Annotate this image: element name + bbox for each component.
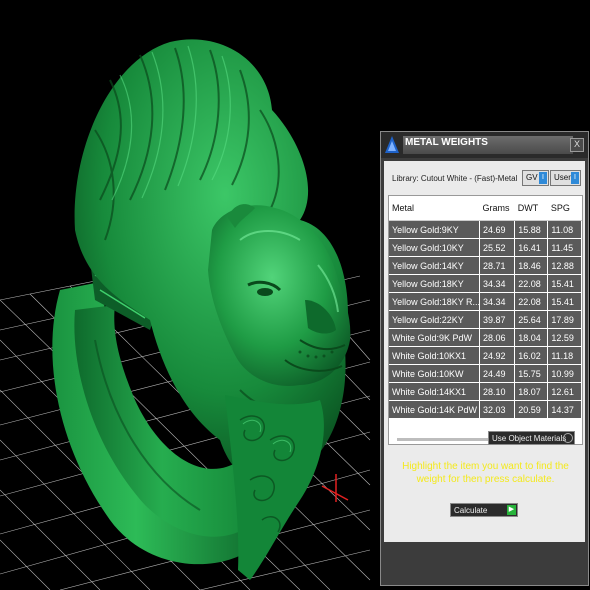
cell-dwt: 20.59 [514, 400, 549, 419]
cell-dwt: 22.08 [514, 292, 549, 311]
cell-metal: White Gold:14K PdW [389, 400, 480, 419]
cell-spg: 12.61 [547, 382, 582, 401]
cell-metal: White Gold:10KX1 [389, 346, 480, 365]
user-toggle[interactable]: User I [550, 170, 581, 186]
use-object-materials-label: Use Object Materials [492, 434, 567, 443]
cell-metal: White Gold:14KX1 [389, 382, 480, 401]
metal-weights-panel: METAL WEIGHTS X Library: Cutout White - … [380, 131, 589, 586]
cell-spg: 12.88 [547, 256, 582, 275]
cell-spg: 11.08 [547, 220, 582, 239]
cell-dwt: 16.02 [514, 346, 549, 365]
column-header-grams[interactable]: Grams [479, 196, 515, 221]
column-header-spg[interactable]: SPG [547, 196, 582, 221]
cell-grams: 24.49 [479, 364, 516, 383]
cell-dwt: 16.41 [514, 238, 549, 257]
gv-indicator-icon: I [539, 172, 547, 184]
cell-metal: White Gold:9K PdW [389, 328, 480, 347]
table-row[interactable]: Yellow Gold:9KY 24.69 15.88 11.08 [389, 220, 582, 239]
cell-spg: 12.59 [547, 328, 582, 347]
cell-metal: Yellow Gold:18KY R... [389, 292, 480, 311]
table-row[interactable]: Yellow Gold:18KY 34.34 22.08 15.41 [389, 274, 582, 293]
use-object-materials-option[interactable]: Use Object Materials [488, 431, 575, 445]
close-icon[interactable]: X [570, 138, 584, 152]
cell-dwt: 25.64 [514, 310, 549, 329]
cell-dwt: 18.07 [514, 382, 549, 401]
table-row[interactable]: Yellow Gold:10KY 25.52 16.41 11.45 [389, 238, 582, 257]
cell-grams: 28.71 [479, 256, 516, 275]
calculate-label: Calculate [454, 506, 488, 515]
column-header-dwt[interactable]: DWT [514, 196, 548, 221]
table-row[interactable]: White Gold:14K PdW 32.03 20.59 14.37 [389, 400, 582, 419]
gv-label: GV [526, 173, 538, 182]
cell-spg: 15.41 [547, 274, 582, 293]
cell-metal: Yellow Gold:14KY [389, 256, 480, 275]
axis-marker [321, 474, 349, 502]
radio-icon [563, 433, 573, 443]
arrow-right-icon: ▶ [507, 505, 516, 515]
cell-spg: 17.89 [547, 310, 582, 329]
cell-grams: 24.69 [479, 220, 516, 239]
table-row[interactable]: Yellow Gold:22KY 39.87 25.64 17.89 [389, 310, 582, 329]
cell-dwt: 18.04 [514, 328, 549, 347]
cell-spg: 11.45 [547, 238, 582, 257]
cell-metal: Yellow Gold:22KY [389, 310, 480, 329]
table-row[interactable]: White Gold:14KX1 28.10 18.07 12.61 [389, 382, 582, 401]
cell-dwt: 15.75 [514, 364, 549, 383]
library-label: Library: Cutout White - (Fast)-Metal [392, 174, 518, 183]
app-logo-icon [383, 134, 401, 156]
cell-grams: 24.92 [479, 346, 516, 365]
cell-grams: 39.87 [479, 310, 516, 329]
table-header-row: Metal Grams DWT SPG [389, 196, 582, 221]
cell-spg: 14.37 [547, 400, 582, 419]
cell-dwt: 18.46 [514, 256, 549, 275]
table-row[interactable]: White Gold:10KW 24.49 15.75 10.99 [389, 364, 582, 383]
panel-titlebar[interactable]: METAL WEIGHTS X [381, 132, 588, 158]
cell-spg: 10.99 [547, 364, 582, 383]
cell-dwt: 22.08 [514, 274, 549, 293]
cell-metal: Yellow Gold:18KY [389, 274, 480, 293]
cell-metal: Yellow Gold:9KY [389, 220, 480, 239]
table-row[interactable]: Yellow Gold:18KY R... 34.34 22.08 15.41 [389, 292, 582, 311]
column-header-metal[interactable]: Metal [389, 196, 480, 221]
cell-grams: 34.34 [479, 292, 516, 311]
panel-title: METAL WEIGHTS [403, 136, 573, 154]
cell-metal: White Gold:10KW [389, 364, 480, 383]
cell-grams: 28.10 [479, 382, 516, 401]
user-indicator-icon: I [571, 172, 579, 184]
cell-grams: 32.03 [479, 400, 516, 419]
cell-dwt: 15.88 [514, 220, 549, 239]
calculate-section: Use Object Materials Highlight the item … [381, 422, 590, 587]
table-row[interactable]: White Gold:9K PdW 28.06 18.04 12.59 [389, 328, 582, 347]
table-row[interactable]: White Gold:10KX1 24.92 16.02 11.18 [389, 346, 582, 365]
cell-grams: 25.52 [479, 238, 516, 257]
hint-text: Highlight the item you want to find the … [402, 461, 569, 485]
cell-grams: 34.34 [479, 274, 516, 293]
calculate-button[interactable]: Calculate ▶ [450, 503, 518, 517]
cell-metal: Yellow Gold:10KY [389, 238, 480, 257]
metal-table[interactable]: Metal Grams DWT SPG Yellow Gold:9KY 24.69… [388, 195, 583, 445]
table-row[interactable]: Yellow Gold:14KY 28.71 18.46 12.88 [389, 256, 582, 275]
user-label: User [554, 173, 571, 182]
cell-spg: 15.41 [547, 292, 582, 311]
cell-grams: 28.06 [479, 328, 516, 347]
cell-spg: 11.18 [547, 346, 582, 365]
gv-toggle[interactable]: GV I [522, 170, 549, 186]
